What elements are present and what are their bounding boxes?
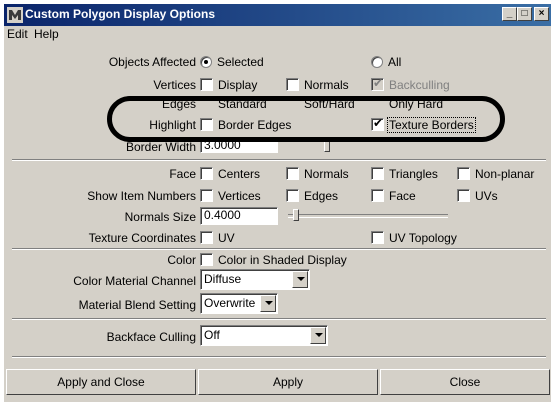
texture-uv-checkbox[interactable] (200, 231, 213, 244)
face-label: Face (169, 167, 196, 181)
face-normals-checkbox[interactable] (286, 167, 299, 180)
objects-affected-label: Objects Affected (108, 55, 196, 69)
objects-affected-selected-radio[interactable] (200, 56, 212, 68)
vertices-normals-label: Normals (304, 78, 349, 92)
separator (12, 248, 546, 250)
face-centers-checkbox[interactable] (200, 167, 213, 180)
backculling-label: Backculling (389, 78, 450, 92)
uv-topology-label: UV Topology (389, 231, 457, 245)
chevron-down-icon (265, 301, 273, 305)
close-icon: × (538, 8, 545, 19)
menu-help[interactable]: Help (34, 27, 59, 41)
close-window-button[interactable]: × (534, 7, 549, 21)
texture-coordinates-label: Texture Coordinates (88, 231, 196, 245)
maya-app-icon (7, 7, 23, 23)
menu-edit[interactable]: Edit (7, 27, 28, 41)
item-numbers-uvs-checkbox[interactable] (457, 189, 470, 202)
radio-selected-dot (204, 60, 208, 64)
face-non-planar-checkbox[interactable] (457, 167, 470, 180)
apply-button[interactable]: Apply (198, 369, 378, 395)
backface-culling-dropdown-button[interactable] (310, 327, 326, 344)
window-title: Custom Polygon Display Options (25, 7, 216, 21)
normals-size-label: Normals Size (124, 210, 196, 224)
color-in-shaded-display-label: Color in Shaded Display (218, 253, 347, 267)
separator (12, 159, 546, 161)
item-numbers-edges-checkbox[interactable] (286, 189, 299, 202)
vertices-label: Vertices (153, 78, 196, 92)
item-numbers-edges-label: Edges (304, 189, 339, 203)
close-button[interactable]: Close (380, 369, 550, 395)
face-triangles-label: Triangles (389, 167, 438, 181)
face-triangles-checkbox[interactable] (371, 167, 384, 180)
color-material-channel-dropdown-button[interactable] (292, 271, 308, 288)
normals-size-field[interactable]: 0.4000 (200, 207, 278, 225)
vertices-display-checkbox[interactable] (200, 78, 213, 91)
border-width-label: Border Width (125, 140, 196, 154)
color-label: Color (167, 253, 196, 267)
face-normals-label: Normals (304, 167, 349, 181)
show-item-numbers-label: Show Item Numbers (87, 189, 196, 203)
separator (12, 356, 546, 358)
title-bar[interactable]: Custom Polygon Display Options _ □ × (4, 4, 551, 26)
chevron-down-icon (315, 333, 323, 337)
face-non-planar-label: Non-planar (475, 167, 535, 181)
minimize-icon: _ (506, 8, 513, 19)
backface-culling-dropdown[interactable]: Off (200, 325, 328, 346)
backculling-checkbox[interactable]: ✔ (371, 76, 384, 91)
maximize-button[interactable]: □ (517, 7, 532, 21)
apply-and-close-button[interactable]: Apply and Close (6, 369, 196, 395)
face-centers-label: Centers (218, 167, 261, 181)
separator (12, 318, 546, 320)
normals-size-slider-track (288, 214, 448, 218)
item-numbers-face-checkbox[interactable] (371, 189, 384, 202)
item-numbers-uvs-label: UVs (475, 189, 498, 203)
item-numbers-vertices-checkbox[interactable] (200, 189, 213, 202)
minimize-button[interactable]: _ (502, 7, 517, 21)
options-window: Custom Polygon Display Options _ □ × Edi… (3, 3, 551, 402)
vertices-normals-checkbox[interactable] (286, 78, 299, 91)
material-blend-setting-label: Material Blend Setting (78, 298, 196, 312)
color-in-shaded-display-checkbox[interactable] (200, 253, 213, 266)
vertices-display-label: Display (218, 78, 258, 92)
uv-topology-checkbox[interactable] (371, 231, 384, 244)
item-numbers-vertices-label: Vertices (218, 189, 261, 203)
objects-affected-all-radio[interactable] (371, 56, 383, 68)
menu-bar: Edit Help (4, 26, 551, 43)
checkmark-icon: ✔ (373, 76, 384, 90)
texture-uv-label: UV (218, 231, 235, 245)
material-blend-setting-dropdown-button[interactable] (260, 295, 276, 312)
maximize-icon: □ (521, 8, 528, 19)
all-option-label: All (388, 55, 402, 69)
chevron-down-icon (297, 277, 305, 281)
color-material-channel-label: Color Material Channel (73, 274, 196, 288)
normals-size-slider-thumb[interactable] (293, 209, 299, 221)
backface-culling-label: Backface Culling (106, 330, 196, 344)
selected-option-label: Selected (217, 55, 264, 69)
highlight-annotation-oval (107, 96, 505, 142)
item-numbers-face-label: Face (389, 189, 416, 203)
